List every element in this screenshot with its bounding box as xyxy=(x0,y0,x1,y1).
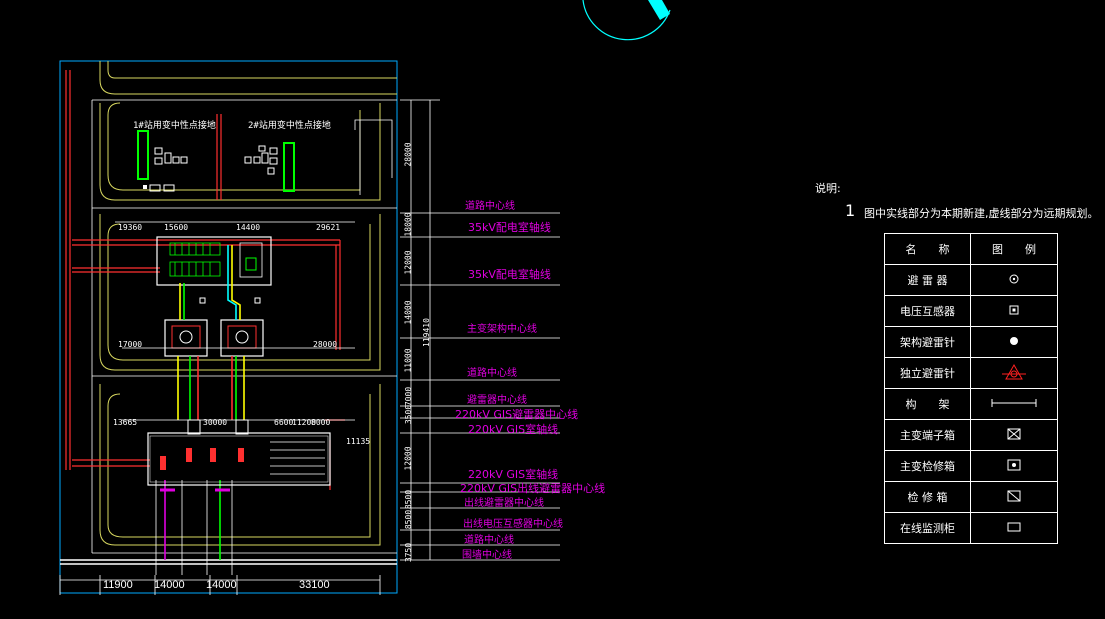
bottom-dim-2: 14000 xyxy=(154,579,185,591)
mid-dim-3: 13665 xyxy=(113,418,138,427)
legend-row: 主变端子箱 xyxy=(884,419,1058,451)
legend-row-name: 电压互感器 xyxy=(884,295,971,327)
mid-dim-1: 17000 xyxy=(118,340,143,349)
station-transformer-1 xyxy=(137,130,188,192)
connection-lines xyxy=(155,245,245,575)
square-dot-icon xyxy=(1009,305,1019,314)
filled-circle-icon xyxy=(1010,336,1018,345)
total-vertical-dim: 119410 xyxy=(421,318,431,347)
vdim-4: 14000 xyxy=(403,300,413,325)
legend-row: 架构避雷针 xyxy=(884,326,1058,358)
legend-row: 电压互感器 xyxy=(884,295,1058,327)
legend-header-name: 名 称 xyxy=(884,233,971,265)
legend-row: 主变检修箱 xyxy=(884,450,1058,482)
centerline-label-6: 避雷器中心线 xyxy=(467,395,527,406)
vdim-7: 3500 xyxy=(404,404,414,425)
bottom-dim-4: 33100 xyxy=(299,579,330,591)
legend-row-name: 架构避雷针 xyxy=(884,326,971,358)
square-slash-icon xyxy=(1007,490,1021,501)
legend-row: 独立避雷针 xyxy=(884,357,1058,389)
legend-row: 构 架 xyxy=(884,388,1058,420)
notes-item-text: 图中实线部分为本期新建,虚线部分为远期规划。 xyxy=(864,207,1099,220)
vdim-10: 8500 xyxy=(404,509,414,530)
centerline-label-7: 220kV GIS避雷器中心线 xyxy=(455,408,579,421)
square-x-icon xyxy=(1007,428,1021,439)
notes-item-number: 1 xyxy=(845,201,856,220)
notes-title: 说明: xyxy=(815,182,841,195)
centerline-label-2: 35kV配电室轴线 xyxy=(468,221,551,234)
centerline-label-8: 220kV GIS室轴线 xyxy=(468,423,559,436)
220kv-gis-room xyxy=(147,419,331,492)
legend-row: 避 雷 器 xyxy=(884,264,1058,296)
top-dim-4: 29621 xyxy=(316,223,341,232)
vdim-3: 12000 xyxy=(403,250,413,275)
legend-row-name: 独立避雷针 xyxy=(884,357,971,389)
legend-row-name: 主变检修箱 xyxy=(884,450,971,482)
station-label-2: 2#站用变中性点接地 xyxy=(248,121,331,131)
vdim-5: 11000 xyxy=(403,348,413,373)
top-dim-2: 15600 xyxy=(164,223,189,232)
centerline-label-4: 主变架构中心线 xyxy=(467,324,537,335)
triangle-circle-icon xyxy=(1002,363,1026,379)
legend-table: 名 称 图 例 避 雷 器 电压互感器 架构避雷针 独立避雷针 构 架 主变端子… xyxy=(884,233,1058,544)
bottom-dim-3: 14000 xyxy=(206,579,237,591)
legend-row-name: 检 修 箱 xyxy=(884,481,971,513)
station-label-1: 1#站用变中性点接地 xyxy=(133,121,216,131)
vdim-9: 8500 xyxy=(404,489,414,510)
station-transformer-2 xyxy=(244,142,295,192)
square-dot-filled-icon xyxy=(1007,459,1021,470)
top-dim-3: 14400 xyxy=(236,223,261,232)
main-transformers xyxy=(164,319,264,357)
bottom-dim-1: 11900 xyxy=(103,579,133,591)
legend-row-name: 构 架 xyxy=(884,388,971,420)
centerline-label-11: 出线避雷器中心线 xyxy=(464,498,544,509)
legend-row: 在线监测柜 xyxy=(884,512,1058,544)
centerline-label-10: 220kV GIS出线避雷器中心线 xyxy=(460,482,606,495)
top-dim-1: 19360 xyxy=(118,223,143,232)
centerline-label-13: 道路中心线 xyxy=(464,535,514,546)
centerline-label-3: 35kV配电室轴线 xyxy=(468,268,551,281)
mid-dim-2: 28000 xyxy=(313,340,338,349)
vdim-1: 28000 xyxy=(403,142,413,167)
mid-dim-8: 11135 xyxy=(346,437,371,446)
vdim-8: 12000 xyxy=(403,446,413,471)
centerline-label-14: 围墙中心线 xyxy=(462,550,512,561)
legend-header-symbol: 图 例 xyxy=(970,233,1058,265)
centerline-label-12: 出线电压互感器中心线 xyxy=(463,519,563,530)
mid-dim-4: 30000 xyxy=(203,418,228,427)
vdim-6: 7000 xyxy=(404,386,414,407)
circle-fragment xyxy=(582,0,671,41)
rectangle-icon xyxy=(1007,522,1021,531)
legend-row-name: 避 雷 器 xyxy=(884,264,971,296)
centerline-label-1: 道路中心线 xyxy=(465,201,515,212)
vdim-11: 3750 xyxy=(404,542,414,563)
mid-dim-5: 6600 xyxy=(274,418,294,427)
legend-row: 检 修 箱 xyxy=(884,481,1058,513)
35kv-switch-room xyxy=(156,236,272,304)
vdim-2: 18000 xyxy=(403,212,413,237)
legend-row-name: 在线监测柜 xyxy=(884,512,971,544)
roads xyxy=(99,61,397,546)
legend-header-row: 名 称 图 例 xyxy=(884,233,1058,265)
centerline-label-9: 220kV GIS室轴线 xyxy=(468,468,559,481)
legend-row-name: 主变端子箱 xyxy=(884,419,971,451)
centerline-label-5: 道路中心线 xyxy=(467,368,517,379)
beam-icon xyxy=(991,398,1037,407)
mid-dim-7: 8000 xyxy=(311,418,331,427)
circle-dot-icon xyxy=(1009,274,1019,283)
